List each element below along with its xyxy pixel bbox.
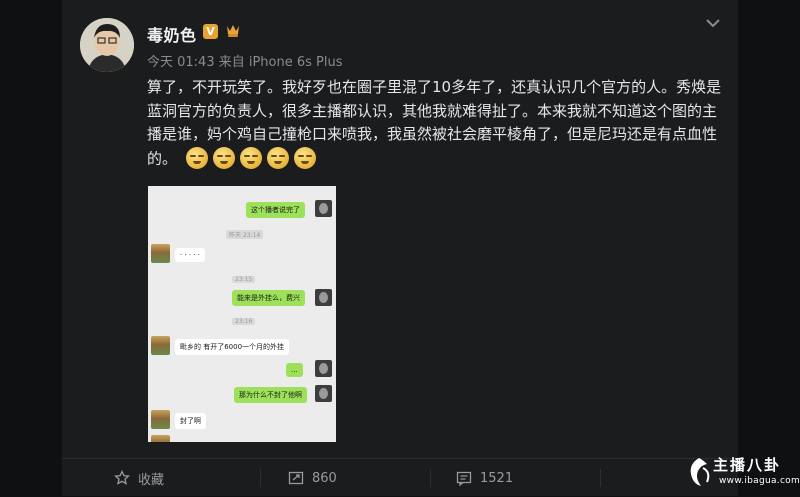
favorite-button[interactable]: 收藏	[114, 459, 164, 497]
watermark-url: www.ibagua.com.cn	[719, 476, 800, 486]
chat-avatar-left	[151, 410, 170, 429]
watermark-title: 主播八卦	[713, 456, 782, 474]
chat-avatar-right	[315, 200, 332, 217]
repost-icon	[288, 471, 304, 485]
comment-button[interactable]: 1521	[456, 459, 513, 497]
sleepy-face-icon	[185, 147, 208, 169]
action-bar: 收藏 860 1521	[62, 458, 738, 497]
repost-button[interactable]: 860	[288, 459, 337, 497]
chat-avatar-left	[151, 336, 170, 355]
chat-avatar-right	[315, 289, 332, 306]
sleepy-face-icon	[293, 147, 316, 169]
chevron-down-icon[interactable]	[704, 14, 722, 32]
verified-badge: V	[203, 24, 218, 39]
emoji-row	[185, 147, 321, 171]
member-medal-icon[interactable]	[224, 22, 242, 40]
divider	[600, 469, 601, 487]
sleepy-face-icon	[212, 147, 235, 169]
chat-bubble-right: 能来是外挂么，费兴	[232, 290, 305, 306]
chat-bubble-right: 这个播者说完了	[246, 202, 305, 218]
post-time-source: 今天 01:43 来自 iPhone 6s Plus	[147, 55, 343, 70]
chat-timestamp: 23:15	[232, 276, 256, 283]
comment-icon	[456, 471, 472, 486]
chat-bubble-left: 毗乡的 有开了6000一个月的外挂	[175, 339, 290, 355]
logo-icon	[690, 458, 710, 486]
avatar[interactable]	[80, 18, 134, 72]
chat-avatar-right	[315, 385, 332, 402]
chat-avatar-left	[151, 244, 170, 263]
divider	[430, 469, 431, 487]
post-content: 算了，不开玩笑了。我好歹也在圈子里混了10多年了，还真认识几个官方的人。秀焕是蓝…	[147, 76, 727, 170]
sleepy-face-icon	[239, 147, 262, 169]
divider	[260, 469, 261, 487]
favorite-label: 收藏	[138, 472, 165, 488]
chat-avatar-right	[315, 360, 332, 377]
chat-bubble-left: · · · · ·	[175, 248, 206, 262]
chat-timestamp: 23:16	[232, 318, 256, 325]
site-watermark: 主播八卦 www.ibagua.com.cn	[683, 452, 800, 492]
chat-timestamp: 昨天 23:14	[226, 230, 264, 239]
sleepy-face-icon	[266, 147, 289, 169]
chat-avatar-left	[151, 435, 170, 442]
author-name[interactable]: 毒奶色	[147, 22, 197, 46]
chat-bubble-right: ...	[286, 363, 303, 377]
star-icon	[114, 470, 130, 485]
chat-screenshot-image[interactable]: 这个播者说完了 昨天 23:14 · · · · · 23:15 能来是外挂么，…	[148, 186, 336, 442]
comment-count: 1521	[480, 470, 514, 486]
chat-bubble-left: 封了啊	[175, 413, 206, 429]
chat-bubble-right: 那为什么不封了他啊	[234, 387, 307, 403]
repost-count: 860	[312, 470, 337, 486]
